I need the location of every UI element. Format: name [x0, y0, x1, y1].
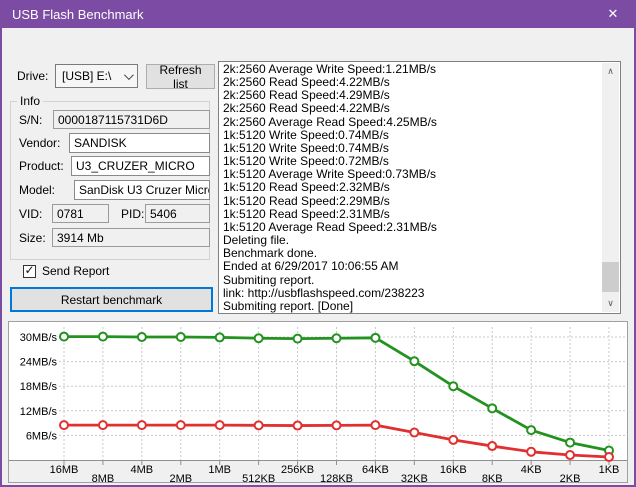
vid-field: 0781: [52, 204, 109, 223]
send-report-checkbox[interactable]: ✓ Send Report: [23, 264, 109, 278]
scrollbar-thumb[interactable]: [602, 262, 619, 292]
log-line: 1k:5120 Read Speed:2.29MB/s: [223, 193, 390, 208]
pid-label: PID:: [121, 207, 145, 221]
svg-text:30MB/s: 30MB/s: [20, 332, 58, 344]
client-area: Drive: [USB] E:\ Refresh list Info S/N: …: [2, 28, 634, 485]
vid-label: VID:: [19, 207, 43, 221]
info-legend: Info: [17, 94, 44, 108]
refresh-list-button[interactable]: Refresh list: [146, 63, 215, 91]
svg-text:4MB: 4MB: [131, 464, 154, 476]
speed-chart-svg: 30MB/s 24MB/s 18MB/s 12MB/s 6MB/s 16MB 8MB 4MB 2…: [9, 327, 627, 482]
chevron-down-icon: [123, 69, 134, 80]
svg-text:16MB: 16MB: [50, 464, 79, 476]
svg-text:12MB/s: 12MB/s: [20, 406, 58, 418]
log-line: 1k:5120 Read Speed:2.31MB/s: [223, 206, 390, 221]
svg-text:2MB: 2MB: [169, 473, 192, 482]
svg-text:16KB: 16KB: [440, 464, 467, 476]
log-output[interactable]: 2k:2560 Average Write Speed:1.21MB/s 2k:2…: [218, 61, 621, 314]
chevron-up-icon: ∧: [607, 66, 614, 76]
drive-label: Drive:: [17, 69, 49, 83]
chevron-down-icon: ∨: [607, 298, 614, 308]
svg-text:2KB: 2KB: [560, 473, 581, 482]
vendor-label: Vendor:: [19, 136, 61, 150]
pid-field: 5406: [145, 204, 210, 223]
log-scrollbar[interactable]: ∧ ∨: [602, 63, 619, 312]
vendor-field[interactable]: SANDISK: [69, 133, 210, 153]
log-line: link: http://usbflashspeed.com/238223: [223, 285, 425, 300]
drive-select[interactable]: [USB] E:\: [55, 64, 138, 88]
log-line: 2k:2560 Average Read Speed:4.25MB/s: [223, 114, 437, 129]
checkmark-icon: ✓: [24, 263, 35, 277]
app-window: USB Flash Benchmark ✕ Drive: [USB] E:\ R…: [0, 0, 636, 487]
svg-text:4KB: 4KB: [521, 464, 542, 476]
svg-text:256KB: 256KB: [281, 464, 314, 476]
svg-text:1MB: 1MB: [208, 464, 231, 476]
svg-text:6MB/s: 6MB/s: [26, 430, 58, 442]
drive-selected-value: [USB] E:\: [62, 69, 112, 83]
svg-text:18MB/s: 18MB/s: [20, 381, 58, 393]
log-line: 2k:2560 Read Speed:4.22MB/s: [223, 101, 390, 116]
window-title: USB Flash Benchmark: [12, 6, 144, 22]
sn-label: S/N:: [19, 113, 43, 127]
send-report-label: Send Report: [42, 264, 110, 278]
model-field[interactable]: SanDisk U3 Cruzer Micro: [74, 180, 210, 200]
log-line: 1k:5120 Write Speed:0.74MB/s: [223, 127, 389, 142]
info-groupbox: Info S/N: 0000187115731D6D Vendor: SANDI…: [10, 94, 210, 260]
size-label: Size:: [19, 231, 46, 245]
svg-text:512KB: 512KB: [242, 473, 275, 482]
speed-chart: 30MB/s 24MB/s 18MB/s 12MB/s 6MB/s 16MB 8MB 4MB 2…: [8, 321, 628, 483]
size-field: 3914 Mb: [52, 228, 210, 247]
model-label: Model:: [19, 183, 56, 197]
log-line: Submiting report.: [223, 272, 315, 287]
close-button[interactable]: ✕: [592, 0, 634, 28]
log-lines: 2k:2560 Average Write Speed:1.21MB/s 2k:2…: [219, 62, 602, 313]
log-line: Ended at 6/29/2017 10:06:55 AM: [223, 259, 399, 274]
product-field[interactable]: U3_CRUZER_MICRO: [71, 156, 210, 176]
svg-text:32KB: 32KB: [401, 473, 428, 482]
log-line: Submiting report. [Done]: [223, 298, 354, 313]
svg-text:24MB/s: 24MB/s: [20, 357, 58, 369]
sn-field: 0000187115731D6D: [53, 110, 210, 129]
svg-text:8MB: 8MB: [92, 473, 115, 482]
titlebar[interactable]: USB Flash Benchmark ✕: [2, 0, 634, 28]
product-label: Product:: [19, 159, 64, 173]
svg-text:128KB: 128KB: [320, 473, 353, 482]
svg-text:8KB: 8KB: [482, 473, 503, 482]
svg-text:1KB: 1KB: [599, 464, 620, 476]
restart-benchmark-button[interactable]: Restart benchmark: [10, 287, 213, 312]
scroll-up-button[interactable]: ∧: [602, 63, 619, 80]
scrollbar-track[interactable]: [602, 80, 619, 295]
svg-text:64KB: 64KB: [362, 464, 389, 476]
close-icon: ✕: [607, 6, 619, 21]
scroll-down-button[interactable]: ∨: [602, 295, 619, 312]
log-line: 1k:5120 Read Speed:2.32MB/s: [223, 180, 390, 195]
checkbox-box[interactable]: ✓: [23, 263, 36, 278]
